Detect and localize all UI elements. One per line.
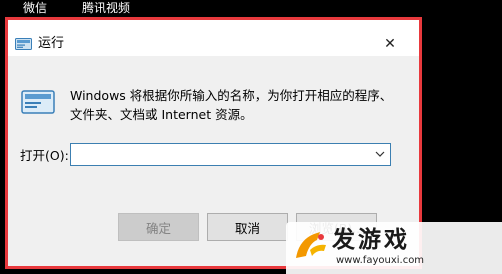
screen: 微信 腾讯视频 运行 ✕ Windows 将根据你所输入的名称，为你打开相应的程…	[0, 0, 502, 274]
watermark-name: 发游戏	[332, 227, 410, 253]
fayouxi-logo	[296, 232, 326, 258]
watermark: 发游戏 www.fayouxi.com	[286, 222, 502, 274]
taskbar-item-tencent-video[interactable]: 腾讯视频	[82, 1, 130, 15]
taskbar: 微信 腾讯视频	[0, 0, 502, 18]
watermark-url: www.fayouxi.com	[336, 255, 425, 266]
taskbar-item-wechat[interactable]: 微信	[23, 1, 47, 15]
